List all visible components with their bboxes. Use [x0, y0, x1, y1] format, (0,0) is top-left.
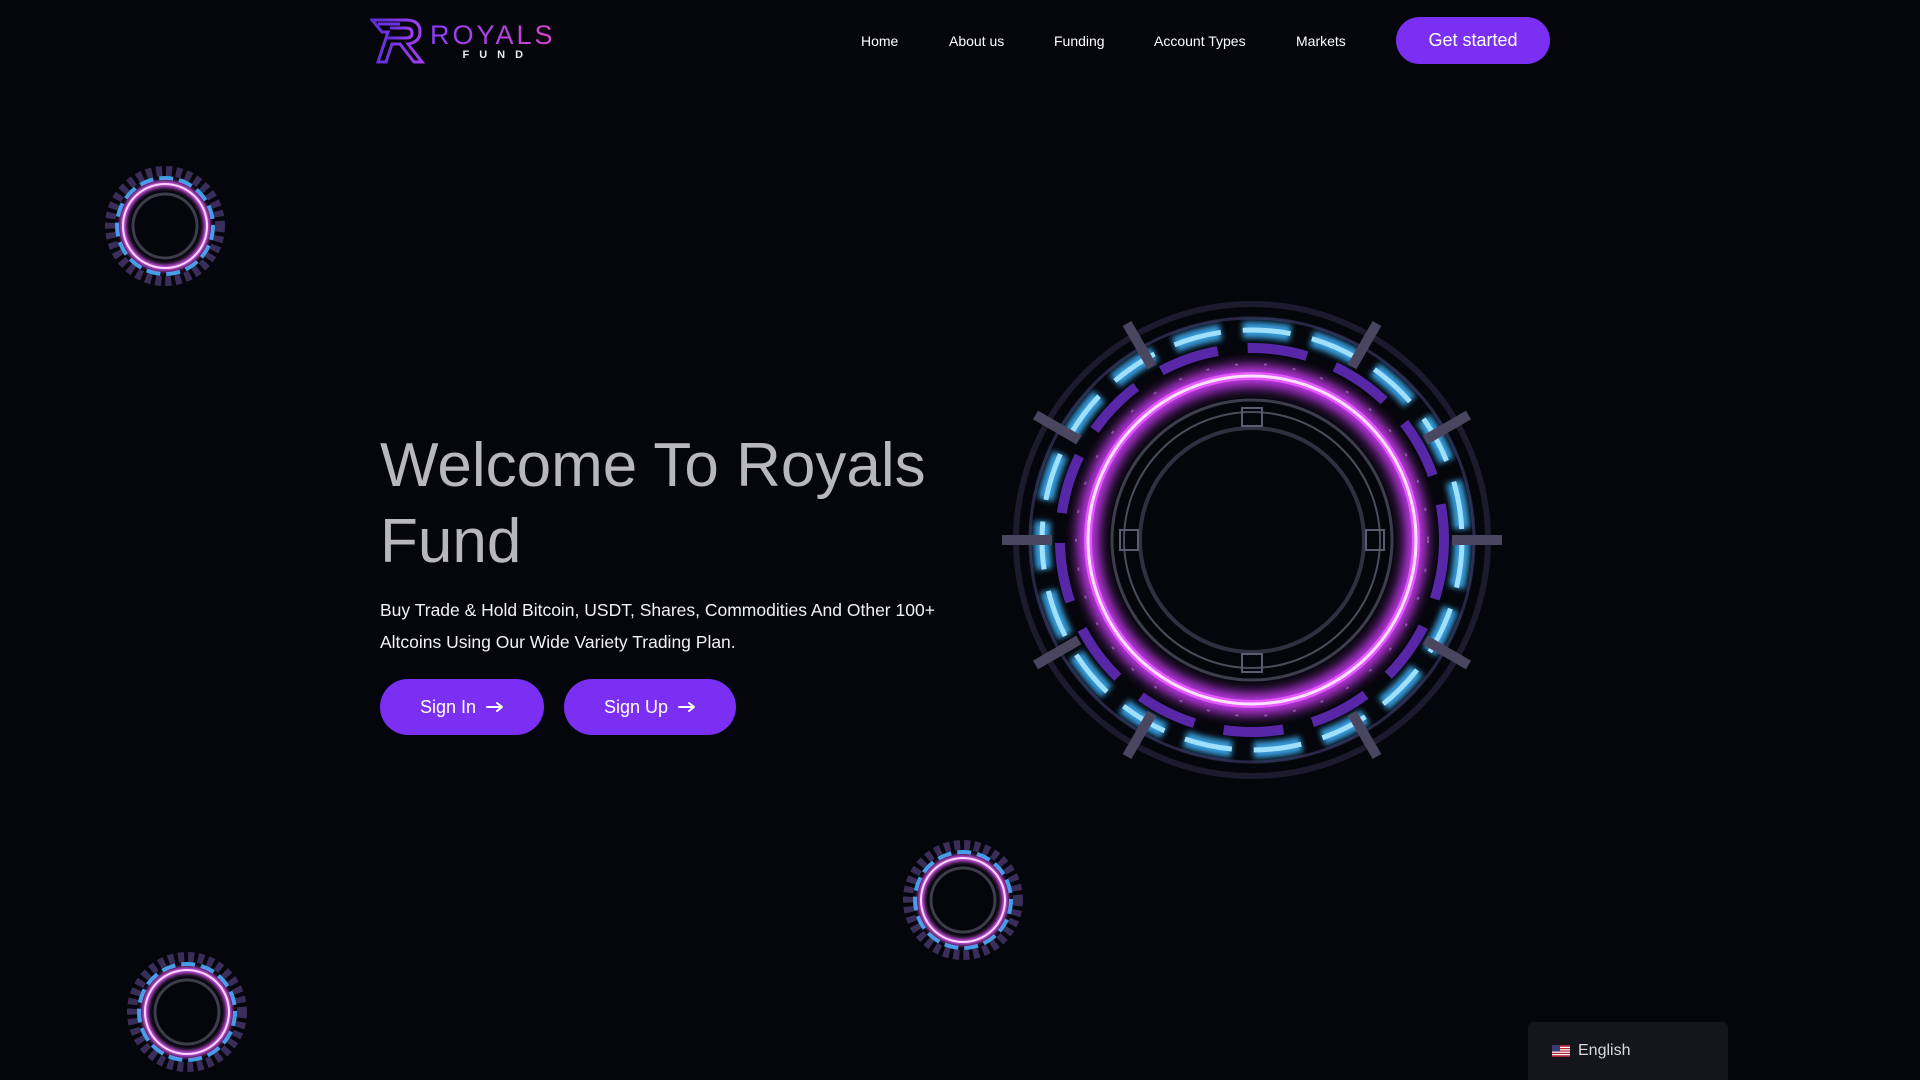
- get-started-button[interactable]: Get started: [1396, 17, 1550, 64]
- arrow-right-icon: [486, 702, 504, 712]
- sign-in-label: Sign In: [419, 696, 477, 717]
- language-selector[interactable]: English: [1528, 1022, 1728, 1080]
- arrow-right-icon: [678, 702, 696, 712]
- nav-account-types[interactable]: Account Types: [1154, 28, 1246, 54]
- nav-about-us[interactable]: About us: [949, 28, 1004, 54]
- hero-subtitle: Buy Trade & Hold Bitcoin, USDT, Shares, …: [380, 600, 935, 652]
- small-portal-ring-icon: [127, 952, 247, 1072]
- landing-page: ROYALS FUND Home About us Funding Accoun…: [0, 0, 1920, 1080]
- nav-funding[interactable]: Funding: [1054, 28, 1105, 54]
- main-nav: Home About us Funding Account Types Mark…: [0, 28, 1920, 56]
- nav-markets[interactable]: Markets: [1296, 28, 1346, 54]
- hero-title: Welcome To Royals Fund: [380, 431, 926, 576]
- sign-up-button[interactable]: Sign Up: [564, 679, 736, 735]
- sign-in-button[interactable]: Sign In: [380, 679, 544, 735]
- us-flag-icon: [1552, 1045, 1570, 1057]
- large-portal-ring-icon: [1002, 301, 1502, 779]
- language-label: English: [1578, 1042, 1631, 1059]
- sign-up-label: Sign Up: [603, 696, 669, 717]
- nav-home[interactable]: Home: [861, 28, 898, 54]
- small-portal-ring-icon: [903, 840, 1023, 960]
- site-header: ROYALS FUND Home About us Funding Accoun…: [0, 0, 1920, 82]
- small-portal-ring-icon: [105, 166, 225, 286]
